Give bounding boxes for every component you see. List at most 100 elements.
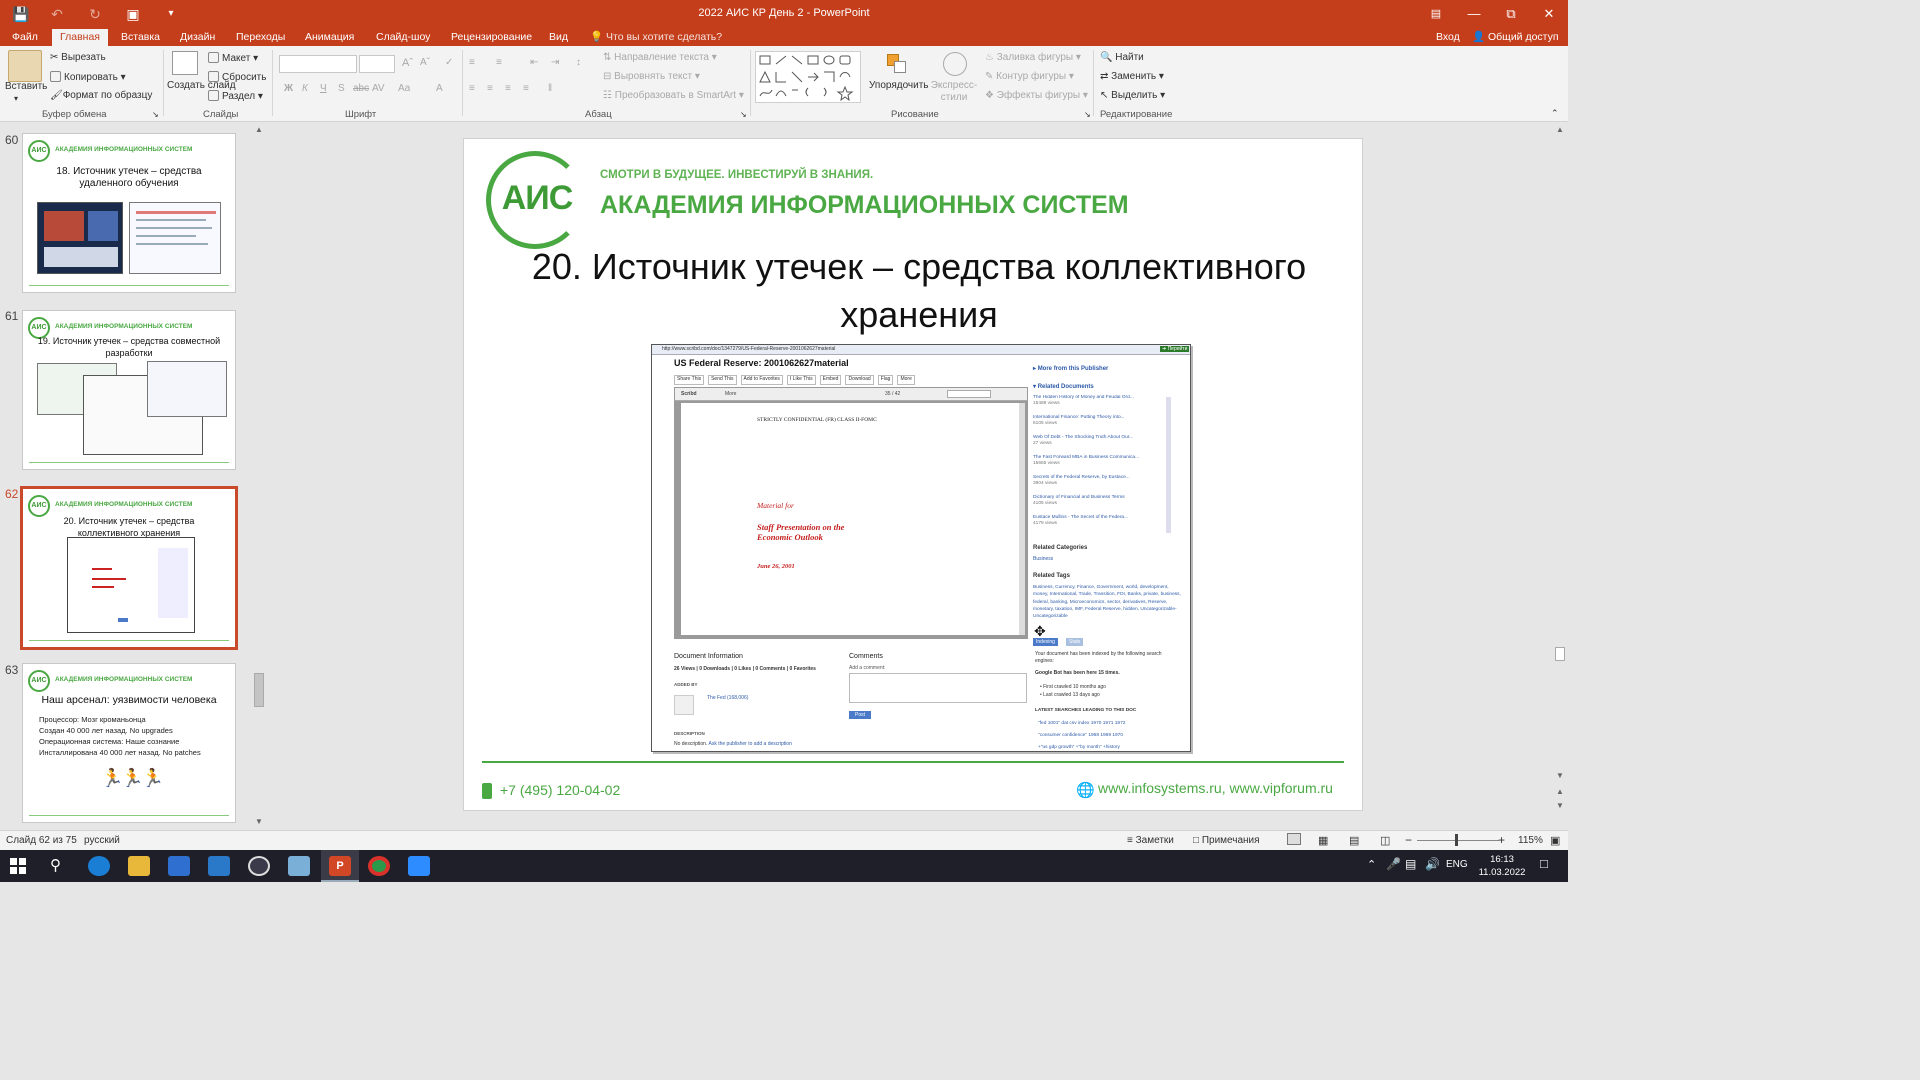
bold-icon[interactable]: Ж <box>284 83 293 94</box>
tab-animations[interactable]: Анимация <box>305 29 354 45</box>
edge-icon[interactable] <box>88 856 110 876</box>
paste-icon[interactable] <box>8 50 42 82</box>
quick-styles-icon[interactable] <box>943 52 967 76</box>
paragraph-launcher-icon[interactable]: ↘ <box>740 110 747 119</box>
tab-insert[interactable]: Вставка <box>121 29 160 45</box>
search-icon[interactable]: ⚲ <box>50 856 61 874</box>
reset-button[interactable]: Сбросить <box>208 71 266 83</box>
shapes-gallery[interactable] <box>755 51 861 103</box>
tab-design[interactable]: Дизайн <box>180 29 215 45</box>
scroll-down-icon[interactable]: ▼ <box>1556 771 1564 780</box>
start-icon[interactable] <box>10 858 26 874</box>
shrink-font-icon[interactable]: Aˇ <box>420 57 430 68</box>
comments-button[interactable]: □ Примечания <box>1193 835 1260 846</box>
change-case-icon[interactable]: Aa <box>398 83 410 94</box>
shape-outline-button[interactable]: ✎ Контур фигуры ▾ <box>985 71 1074 82</box>
slide-thumbnail-63[interactable]: АИС АКАДЕМИЯ ИНФОРМАЦИОННЫХ СИСТЕМ Наш а… <box>22 663 236 823</box>
app-icon[interactable] <box>248 856 270 876</box>
arrange-button[interactable]: Упорядочить <box>869 80 929 91</box>
network-icon[interactable]: ▤ <box>1405 857 1416 871</box>
underline-icon[interactable]: Ч <box>320 83 327 94</box>
chevron-up-icon[interactable]: ⌃ <box>1367 858 1376 871</box>
ribbon-display-options-icon[interactable]: ▤ <box>1422 4 1450 24</box>
chrome-icon[interactable] <box>368 856 390 876</box>
zoom-out-button[interactable]: − <box>1405 833 1412 847</box>
zoom-slider[interactable] <box>1417 840 1499 841</box>
thumbnail-scrollbar[interactable]: ▲ ▼ <box>252 123 266 830</box>
scribd-screenshot[interactable]: http://www.scribd.com/doc/1347279/US-Fed… <box>651 344 1191 752</box>
normal-view-icon[interactable] <box>1287 833 1301 845</box>
cut-button[interactable]: ✂ Вырезать <box>50 52 106 63</box>
align-center-icon[interactable]: ≡ <box>487 83 493 94</box>
reading-view-icon[interactable]: ▤ <box>1349 834 1359 847</box>
align-right-icon[interactable]: ≡ <box>505 83 511 94</box>
zoom-in-button[interactable]: + <box>1498 833 1505 847</box>
tell-me-box[interactable]: 💡 Что вы хотите сделать? <box>590 29 722 45</box>
scroll-down-icon[interactable]: ▼ <box>255 817 263 826</box>
increase-indent-icon[interactable]: ⇥ <box>551 57 559 68</box>
line-spacing-icon[interactable]: ↕ <box>576 57 581 68</box>
slide-thumbnail-62[interactable]: АИС АКАДЕМИЯ ИНФОРМАЦИОННЫХ СИСТЕМ 20. И… <box>20 486 238 650</box>
drawing-launcher-icon[interactable]: ↘ <box>1084 110 1091 119</box>
scroll-thumb[interactable] <box>1555 647 1565 661</box>
spacing-icon[interactable]: AV <box>372 83 385 94</box>
italic-icon[interactable]: К <box>302 83 308 94</box>
replace-button[interactable]: ⇄ Заменить ▾ <box>1100 71 1164 82</box>
font-color-icon[interactable]: A <box>436 83 443 94</box>
file-explorer-icon[interactable] <box>128 856 150 876</box>
bullets-icon[interactable]: ≡ <box>469 57 475 68</box>
powerpoint-icon[interactable]: P <box>329 856 351 876</box>
canvas-scrollbar[interactable]: ▲ ▼ ▲ ▼ <box>1553 123 1568 830</box>
numbering-icon[interactable]: ≡ <box>496 57 502 68</box>
shape-effects-button[interactable]: ❖ Эффекты фигуры ▾ <box>985 90 1088 101</box>
clear-format-icon[interactable]: ✓ <box>445 57 453 68</box>
close-button[interactable]: ✕ <box>1535 4 1563 24</box>
mail-icon[interactable] <box>208 856 230 876</box>
new-slide-icon[interactable] <box>172 51 198 75</box>
paste-dropdown-icon[interactable]: ▾ <box>14 94 18 103</box>
shadow-icon[interactable]: S <box>338 83 345 94</box>
sign-in-link[interactable]: Вход <box>1436 29 1460 45</box>
copy-button[interactable]: Копировать ▾ <box>50 71 126 83</box>
clipboard-launcher-icon[interactable]: ↘ <box>152 110 159 119</box>
paste-button[interactable]: Вставить <box>5 81 47 92</box>
grow-font-icon[interactable]: Aˆ <box>402 57 413 69</box>
scroll-up-icon[interactable]: ▲ <box>1556 125 1564 134</box>
select-button[interactable]: ↖ Выделить ▾ <box>1100 90 1165 101</box>
minimize-button[interactable]: — <box>1460 4 1488 24</box>
tab-slideshow[interactable]: Слайд-шоу <box>376 29 430 45</box>
fit-slide-icon[interactable]: ▣ <box>1550 834 1560 847</box>
scroll-up-icon[interactable]: ▲ <box>255 125 263 134</box>
find-button[interactable]: 🔍 Найти <box>1100 52 1144 63</box>
slide-sorter-icon[interactable]: ▦ <box>1318 834 1328 847</box>
decrease-indent-icon[interactable]: ⇤ <box>530 57 538 68</box>
tab-view[interactable]: Вид <box>549 29 568 45</box>
share-button[interactable]: 👤 Общий доступ <box>1472 29 1559 45</box>
restore-button[interactable]: ⧉ <box>1497 4 1525 24</box>
zoom-level[interactable]: 115% <box>1518 835 1543 846</box>
scroll-thumb[interactable] <box>254 673 264 707</box>
strikethrough-icon[interactable]: abc <box>353 83 369 94</box>
text-direction-button[interactable]: ⇅ Направление текста ▾ <box>603 52 717 63</box>
smartart-button[interactable]: ☷ Преобразовать в SmartArt ▾ <box>603 90 744 101</box>
align-left-icon[interactable]: ≡ <box>469 83 475 94</box>
quick-styles-button[interactable]: Экспресс-стили <box>930 80 978 104</box>
notification-icon[interactable]: □ <box>1540 856 1548 871</box>
zoom-slider-thumb[interactable] <box>1455 834 1458 846</box>
format-painter-button[interactable]: 🖌Формат по образцу <box>50 90 152 101</box>
clock[interactable]: 16:13 11.03.2022 <box>1476 853 1528 879</box>
app-icon[interactable] <box>288 856 310 876</box>
slide-thumbnail-60[interactable]: АИС АКАДЕМИЯ ИНФОРМАЦИОННЫХ СИСТЕМ 18. И… <box>22 133 236 293</box>
font-size-box[interactable] <box>359 55 395 73</box>
shape-fill-button[interactable]: ♨ Заливка фигуры ▾ <box>985 52 1081 63</box>
slideshow-view-icon[interactable]: ◫ <box>1380 834 1390 847</box>
slide-title[interactable]: 20. Источник утечек – средства коллектив… <box>464 243 1374 339</box>
zoom-app-icon[interactable] <box>408 856 430 876</box>
section-button[interactable]: Раздел ▾ <box>208 90 263 102</box>
volume-icon[interactable]: 🔊 <box>1425 857 1440 871</box>
current-slide[interactable]: АИС СМОТРИ В БУДУЩЕЕ. ИНВЕСТИРУЙ В ЗНАНИ… <box>463 138 1363 811</box>
language-indicator[interactable]: русский <box>84 835 120 846</box>
tab-transitions[interactable]: Переходы <box>236 29 285 45</box>
microphone-icon[interactable]: 🎤 <box>1386 857 1401 871</box>
input-language[interactable]: ENG <box>1446 859 1468 870</box>
